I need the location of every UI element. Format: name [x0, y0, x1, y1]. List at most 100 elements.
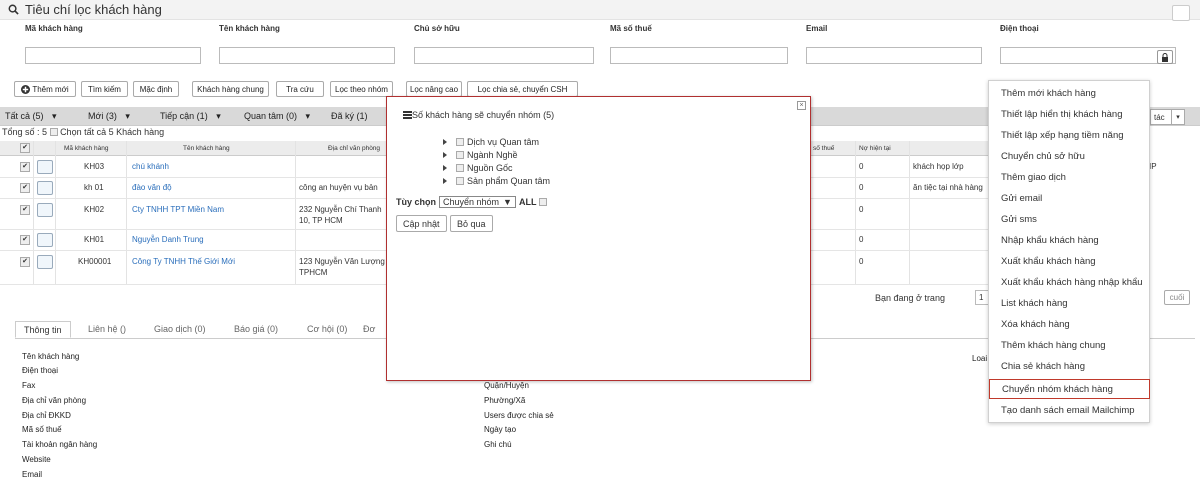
info-label: Ghi chú — [484, 440, 512, 449]
tab-interested[interactable]: Quan tâm (0) ▾ — [244, 111, 310, 122]
row-checkbox[interactable]: ✔ — [20, 162, 30, 172]
caret-down-icon: ▼ — [503, 197, 512, 207]
phone-input[interactable] — [1000, 47, 1176, 64]
lock-button[interactable] — [1157, 50, 1173, 64]
cell-code: KH02 — [84, 205, 105, 214]
dialog-title-text: Số khách hàng sẽ chuyển nhóm (5) — [412, 110, 555, 120]
menu-item[interactable]: Thêm mới khách hàng — [989, 84, 1149, 104]
tree-checkbox[interactable] — [456, 138, 464, 146]
default-button[interactable]: Mặc định — [133, 81, 179, 97]
cell-name[interactable]: Nguyễn Danh Trung — [132, 235, 204, 244]
all-checkbox[interactable] — [539, 198, 548, 206]
customer-code-input[interactable] — [25, 47, 201, 64]
cell-address: 123 Nguyễn Văn Lượng — [299, 257, 385, 266]
tree-item[interactable]: Ngành Nghề — [443, 150, 518, 160]
menu-item[interactable]: Chuyển chủ sở hữu — [989, 147, 1149, 167]
add-new-button[interactable]: Thêm mới — [14, 81, 76, 97]
cell-debt: 0 — [859, 162, 864, 171]
detail-icon[interactable] — [37, 255, 53, 269]
total-label: Tổng số : 5 — [2, 127, 48, 137]
tab-quotes[interactable]: Báo giá (0) — [226, 321, 286, 338]
menu-item[interactable]: Thêm khách hàng chung — [989, 336, 1149, 356]
close-icon[interactable]: × — [797, 101, 806, 110]
tree-checkbox[interactable] — [456, 151, 464, 159]
header-tax[interactable]: số thuế — [813, 145, 834, 152]
expand-icon[interactable] — [443, 152, 447, 158]
action-button[interactable]: tác — [1150, 109, 1172, 125]
lookup-button[interactable]: Tra cứu — [276, 81, 324, 97]
filter-title-text: Tiêu chí lọc khách hàng — [25, 2, 162, 17]
filter-label-tax: Mã số thuế — [610, 24, 652, 33]
detail-icon[interactable] — [37, 181, 53, 195]
tab-transactions[interactable]: Giao dịch (0) — [146, 321, 214, 338]
header-code[interactable]: Mã khách hàng — [64, 145, 108, 152]
cell-name[interactable]: Công Ty TNHH Thế Giới Mới — [132, 257, 235, 266]
header-checkbox[interactable]: ✔ — [20, 143, 30, 153]
info-label: Tên khách hàng — [22, 352, 80, 361]
search-button[interactable]: Tìm kiếm — [81, 81, 128, 97]
advanced-filter-button[interactable]: Lọc nâng cao — [406, 81, 462, 97]
common-customers-button[interactable]: Khách hàng chung — [192, 81, 269, 97]
cell-note: ăn tiệc tại nhà hàng — [913, 183, 983, 192]
detail-icon[interactable] — [37, 233, 53, 247]
header-name[interactable]: Tên khách hàng — [183, 145, 230, 152]
cell-code: KH01 — [84, 235, 105, 244]
tab-all[interactable]: Tất cả (5) ▾ — [5, 111, 57, 122]
row-checkbox[interactable]: ✔ — [20, 235, 30, 245]
owner-input[interactable] — [414, 47, 594, 64]
email-input[interactable] — [806, 47, 982, 64]
menu-item[interactable]: Thiết lập hiển thị khách hàng — [989, 105, 1149, 125]
detail-icon[interactable] — [37, 160, 53, 174]
action-caret-button[interactable]: ▾ — [1171, 109, 1185, 125]
cell-name[interactable]: chú khánh — [132, 162, 169, 171]
detail-icon[interactable] — [37, 203, 53, 217]
header-address[interactable]: Địa chỉ văn phòng — [328, 145, 380, 152]
cell-name[interactable]: Cty TNHH TPT Miền Nam — [132, 205, 224, 214]
cell-name[interactable]: đào văn độ — [132, 183, 172, 192]
tab-new[interactable]: Mới (3) ▾ — [88, 111, 130, 122]
menu-item[interactable]: Nhập khẩu khách hàng — [989, 231, 1149, 251]
tab-opportunities[interactable]: Cơ hội (0) — [299, 321, 355, 338]
menu-item[interactable]: Xuất khẩu khách hàng — [989, 252, 1149, 272]
header-debt[interactable]: Nợ hiện tại — [859, 145, 891, 152]
expand-icon[interactable] — [443, 139, 447, 145]
select-all-checkbox[interactable] — [49, 128, 58, 136]
tree-item[interactable]: Sản phẩm Quan tâm — [443, 176, 550, 186]
menu-item[interactable]: Gửi email — [989, 189, 1149, 209]
tree-checkbox[interactable] — [456, 177, 464, 185]
menu-item[interactable]: Tạo danh sách email Mailchimp — [989, 401, 1149, 421]
tax-code-input[interactable] — [610, 47, 788, 64]
menu-item[interactable]: Xóa khách hàng — [989, 315, 1149, 335]
expand-icon[interactable] — [443, 165, 447, 171]
filter-by-group-button[interactable]: Lọc theo nhóm — [330, 81, 393, 97]
menu-item[interactable]: Thêm giao dịch — [989, 168, 1149, 188]
tab-approach[interactable]: Tiếp cận (1) ▾ — [160, 111, 221, 122]
menu-item[interactable]: Gửi sms — [989, 210, 1149, 230]
customer-name-input[interactable] — [219, 47, 395, 64]
tree-item[interactable]: Dịch vụ Quan tâm — [443, 137, 539, 147]
info-label: Mã số thuế — [22, 425, 62, 434]
update-button[interactable]: Cập nhật — [396, 215, 447, 232]
tree-item[interactable]: Nguồn Gốc — [443, 163, 513, 173]
tab-orders[interactable]: Đơ — [355, 321, 383, 338]
option-select-value: Chuyển nhóm — [443, 197, 500, 207]
menu-item-move-group[interactable]: Chuyển nhóm khách hàng — [989, 379, 1150, 399]
row-checkbox[interactable]: ✔ — [20, 183, 30, 193]
row-checkbox[interactable]: ✔ — [20, 257, 30, 267]
info-label: Quận/Huyện — [484, 381, 529, 390]
tab-signed[interactable]: Đã ký (1) — [331, 111, 368, 121]
tree-checkbox[interactable] — [456, 164, 464, 172]
collapse-filter-button[interactable] — [1172, 5, 1190, 21]
tab-contacts[interactable]: Liên hệ () — [80, 321, 134, 338]
tab-info[interactable]: Thông tin — [15, 321, 71, 338]
menu-item[interactable]: Xuất khẩu khách hàng nhập khẩu — [989, 273, 1149, 293]
last-page-button[interactable]: cuối — [1164, 290, 1190, 305]
expand-icon[interactable] — [443, 178, 447, 184]
menu-item[interactable]: Chia sẻ khách hàng — [989, 357, 1149, 377]
row-checkbox[interactable]: ✔ — [20, 205, 30, 215]
skip-button[interactable]: Bỏ qua — [450, 215, 493, 232]
option-select[interactable]: Chuyển nhóm ▼ — [439, 196, 516, 208]
menu-item[interactable]: List khách hàng — [989, 294, 1149, 314]
menu-item[interactable]: Thiết lập xếp hạng tiềm năng — [989, 126, 1149, 146]
share-filter-button[interactable]: Lọc chia sẻ, chuyển CSH — [467, 81, 578, 97]
